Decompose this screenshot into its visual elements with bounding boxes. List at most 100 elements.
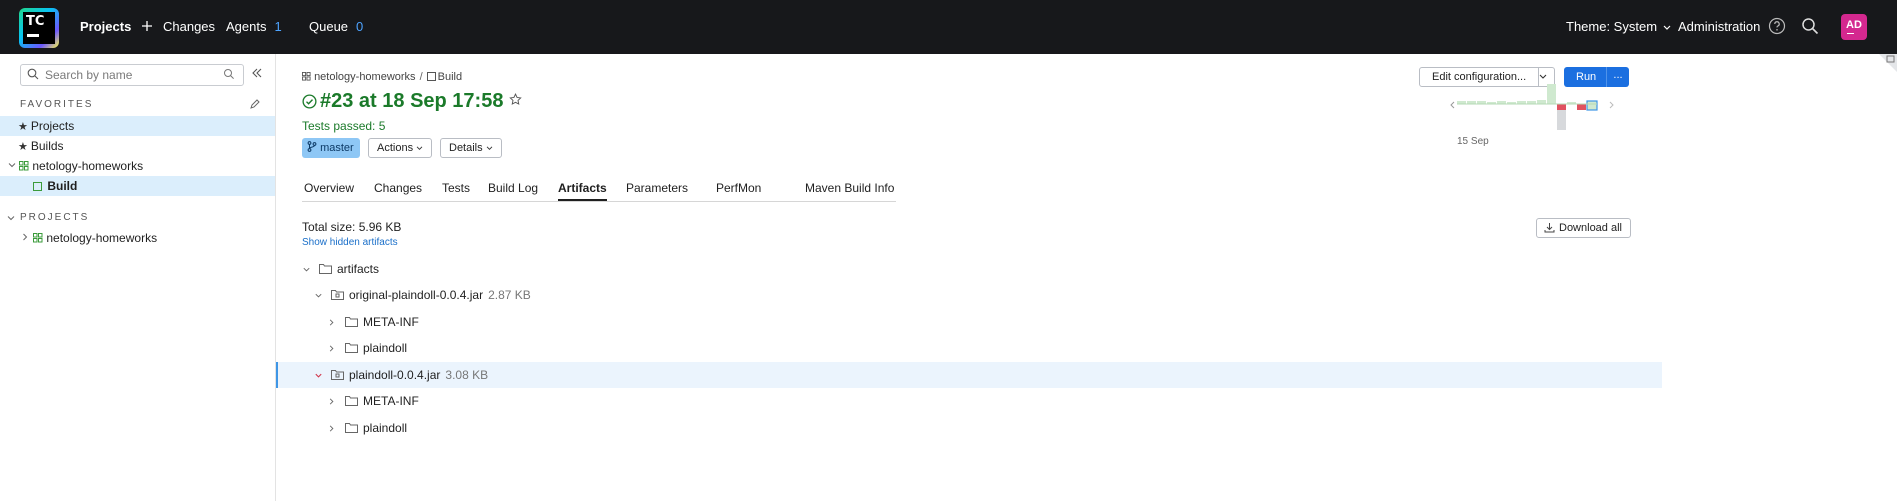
history-bar-failed [1557, 104, 1566, 110]
tree-row-original-jar[interactable]: original-plaindoll-0.0.4.jar 2.87 KB [276, 282, 1662, 308]
tree-row-artifacts[interactable]: artifacts [276, 256, 1662, 282]
chevron-right-icon[interactable] [327, 344, 336, 353]
search-icon[interactable] [1801, 17, 1819, 35]
sidebar-project-netology-homeworks[interactable]: netology-homeworks [0, 228, 275, 248]
plus-icon[interactable] [141, 20, 153, 32]
chevron-down-icon[interactable] [6, 213, 16, 223]
sidebar-item-builds[interactable]: ★ Builds [0, 136, 275, 156]
build-tabs: Overview Changes Tests Build Log Artifac… [302, 181, 896, 202]
project-icon [302, 72, 311, 81]
pencil-icon[interactable] [249, 98, 261, 110]
tab-perfmon[interactable]: PerfMon [716, 181, 761, 195]
branch-name: master [320, 142, 354, 154]
sidebar-item-projects[interactable]: ★ Projects [0, 116, 275, 136]
chevron-down-icon [416, 146, 423, 150]
breadcrumb-build-link[interactable]: Build [438, 71, 462, 83]
search-options-icon[interactable] [223, 68, 235, 80]
tab-artifacts[interactable]: Artifacts [558, 181, 607, 201]
tests-passed-status[interactable]: Tests passed: 5 [302, 119, 385, 133]
nav-agents[interactable]: Agents 1 [226, 19, 282, 34]
history-date-label: 15 Sep [1457, 136, 1489, 147]
nav-projects-label: Projects [80, 19, 132, 34]
chevron-down-icon[interactable] [302, 265, 311, 274]
tab-tests[interactable]: Tests [442, 181, 470, 195]
build-history-chart[interactable] [1442, 82, 1622, 132]
collapse-sidebar-icon[interactable] [251, 67, 263, 79]
tree-item-label: META-INF [363, 394, 419, 408]
logo-underline [27, 34, 39, 37]
jar-name[interactable]: original-plaindoll-0.0.4.jar [349, 288, 483, 302]
actions-dropdown[interactable]: Actions [368, 138, 433, 158]
chevron-down-icon[interactable] [314, 291, 323, 300]
star-icon: ★ [18, 121, 28, 133]
nav-projects[interactable]: Projects [80, 19, 153, 34]
actions-label: Actions [377, 142, 414, 154]
chevron-down-icon[interactable] [7, 160, 17, 170]
nav-changes[interactable]: Changes [163, 19, 215, 34]
tree-item-label: plaindoll [363, 421, 408, 435]
tree-item-label: plaindoll-0.0.4.jar 3.08 KB [349, 368, 488, 382]
tree-row-plaindoll-jar[interactable]: plaindoll-0.0.4.jar 3.08 KB [276, 362, 1662, 388]
tree-item-label: META-INF [363, 315, 419, 329]
history-bar-gap [1557, 110, 1566, 130]
user-avatar[interactable]: AD [1841, 14, 1867, 40]
archive-folder-icon [331, 290, 344, 300]
jar-size: 3.08 KB [445, 368, 489, 382]
show-hidden-artifacts-link[interactable]: Show hidden artifacts [302, 237, 398, 248]
sidebar-item-build[interactable]: Build [0, 176, 275, 196]
agents-count: 1 [274, 19, 282, 34]
download-all-label: Download all [1559, 222, 1622, 234]
details-dropdown[interactable]: Details [440, 138, 502, 158]
chevron-right-icon[interactable] [327, 397, 336, 406]
chevron-down-icon[interactable] [314, 371, 323, 380]
chevron-down-icon [486, 146, 493, 150]
queue-count: 0 [356, 19, 364, 34]
tab-build-log[interactable]: Build Log [488, 181, 538, 195]
details-label: Details [449, 142, 483, 154]
avatar-underline [1847, 33, 1854, 34]
tree-row-plaindoll[interactable]: plaindoll [276, 415, 1662, 441]
tab-maven-build-info[interactable]: Maven Build Info [805, 181, 894, 195]
breadcrumb-project-link[interactable]: netology-homeworks [314, 71, 416, 83]
sidebar-search [20, 64, 244, 86]
favorites-title: FAVORITES [20, 99, 94, 110]
theme-selector[interactable]: Theme: System [1566, 19, 1671, 34]
jar-name[interactable]: plaindoll-0.0.4.jar [349, 368, 440, 382]
search-input[interactable] [43, 66, 217, 84]
history-bar-current [1586, 100, 1598, 111]
sidebar-item-label: Build [47, 179, 78, 193]
chevron-right-icon[interactable] [20, 232, 30, 242]
download-all-button[interactable]: Download all [1536, 218, 1631, 238]
star-outline-icon[interactable] [509, 93, 523, 106]
tab-parameters[interactable]: Parameters [626, 181, 688, 195]
tree-row-plaindoll[interactable]: plaindoll [276, 335, 1662, 361]
tab-overview[interactable]: Overview [304, 181, 354, 195]
tree-row-meta-inf[interactable]: META-INF [276, 388, 1662, 414]
teamcity-logo[interactable]: TC [19, 8, 59, 48]
tree-item-label: plaindoll [363, 341, 408, 355]
folder-icon [345, 317, 358, 327]
artifacts-total-size: Total size: 5.96 KB [302, 220, 402, 234]
success-check-icon [302, 94, 317, 109]
sidebar-item-label: Builds [30, 139, 64, 153]
project-icon [33, 233, 43, 243]
top-navigation-bar: TC Projects Changes Agents 1 Queue 0 Theme… [0, 0, 1897, 54]
folder-icon [345, 396, 358, 406]
history-next-icon [1609, 101, 1614, 109]
administration-link[interactable]: Administration [1678, 19, 1760, 34]
history-bar [1547, 84, 1556, 104]
tab-changes[interactable]: Changes [374, 181, 422, 195]
projects-title: PROJECTS [20, 212, 90, 223]
sidebar-item-label: netology-homeworks [32, 159, 144, 173]
nav-changes-label: Changes [163, 19, 216, 34]
chevron-right-icon[interactable] [327, 318, 336, 327]
nav-agents-label: Agents [226, 19, 267, 34]
chevron-right-icon[interactable] [327, 424, 336, 433]
corner-fold-icon[interactable] [1879, 54, 1897, 72]
sidebar-item-netology-homeworks[interactable]: netology-homeworks [0, 156, 275, 176]
tree-row-meta-inf[interactable]: META-INF [276, 309, 1662, 335]
branch-badge[interactable]: master [302, 138, 360, 158]
nav-queue[interactable]: Queue 0 [309, 19, 363, 34]
help-icon[interactable] [1768, 17, 1786, 35]
breadcrumb: netology-homeworks / Build [302, 71, 462, 83]
